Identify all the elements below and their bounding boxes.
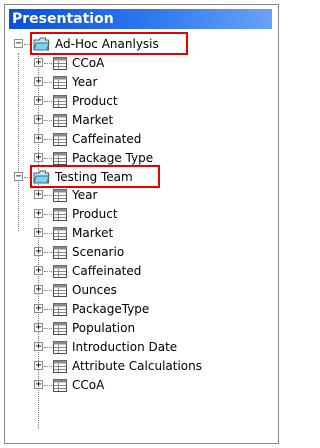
tree-item[interactable]: + Product <box>5 205 272 224</box>
expand-toggle[interactable]: + <box>34 58 43 68</box>
tree-connector <box>44 101 52 102</box>
tree-item[interactable]: + Product <box>5 92 272 111</box>
tree-connector <box>44 385 52 386</box>
tree-item[interactable]: + Ounces <box>5 281 272 300</box>
tree-item-label: Population <box>72 321 136 335</box>
tree-item-label: Market <box>72 226 114 240</box>
tree-item[interactable]: + Year <box>5 186 272 205</box>
tree-item[interactable]: + CCoA <box>5 376 272 395</box>
tree-item[interactable]: + Scenario <box>5 243 272 262</box>
tree-connector <box>44 139 52 140</box>
highlight-box <box>30 32 188 55</box>
expand-toggle[interactable]: + <box>34 266 43 276</box>
tree-item-label: Caffeinated <box>72 132 142 146</box>
expand-toggle[interactable]: + <box>34 323 43 333</box>
presentation-panel: Presentation − Ad-Hoc Ananlysis + CCoA + <box>4 4 279 444</box>
expand-toggle[interactable]: + <box>34 115 43 125</box>
tree-item-label: CCoA <box>72 378 105 392</box>
expand-toggle[interactable]: + <box>34 209 43 219</box>
expand-toggle[interactable]: + <box>34 361 43 371</box>
tree-item-label: Product <box>72 207 118 221</box>
table-icon <box>53 379 67 392</box>
tree-item-label: PackageType <box>72 302 150 316</box>
tree-item-label: Year <box>72 188 98 202</box>
collapse-toggle[interactable]: − <box>14 172 23 182</box>
tree-item[interactable]: + Year <box>5 73 272 92</box>
tree-connector <box>44 120 52 121</box>
expand-toggle[interactable]: + <box>34 190 43 200</box>
tree-item-label: Introduction Date <box>72 340 178 354</box>
tree-item-label: Attribute Calculations <box>72 359 202 373</box>
tree-item-label: Caffeinated <box>72 264 142 278</box>
tree-item[interactable]: + Market <box>5 224 272 243</box>
tree-connector <box>44 347 52 348</box>
tree-connector <box>44 290 52 291</box>
tree-item-label: CCoA <box>72 56 105 70</box>
tree-item[interactable]: + Introduction Date <box>5 338 272 357</box>
expand-toggle[interactable]: + <box>34 153 43 163</box>
table-icon <box>53 322 67 335</box>
tree-item[interactable]: + PackageType <box>5 300 272 319</box>
tree-connector <box>44 252 52 253</box>
expand-toggle[interactable]: + <box>34 228 43 238</box>
tree-item[interactable]: + Caffeinated <box>5 262 272 281</box>
tree-item[interactable]: + Attribute Calculations <box>5 357 272 376</box>
panel-title: Presentation <box>9 9 272 29</box>
tree-item-label: Market <box>72 113 114 127</box>
table-icon <box>53 57 67 70</box>
expand-toggle[interactable]: + <box>34 247 43 257</box>
table-icon <box>53 227 67 240</box>
table-icon <box>53 152 67 165</box>
tree-item-label: Product <box>72 94 118 108</box>
tree-item[interactable]: + Caffeinated <box>5 130 272 149</box>
highlight-box <box>30 165 160 188</box>
tree-connector <box>44 366 52 367</box>
table-icon <box>53 360 67 373</box>
tree-connector <box>44 271 52 272</box>
expand-toggle[interactable]: + <box>34 342 43 352</box>
table-icon <box>53 95 67 108</box>
presentation-tree: − Ad-Hoc Ananlysis + CCoA + Year + Produ… <box>5 32 272 443</box>
collapse-toggle[interactable]: − <box>14 39 23 49</box>
expand-toggle[interactable]: + <box>34 77 43 87</box>
expand-toggle[interactable]: + <box>34 96 43 106</box>
tree-item-label: Scenario <box>72 245 125 259</box>
table-icon <box>53 284 67 297</box>
tree-connector <box>44 233 52 234</box>
expand-toggle[interactable]: + <box>34 304 43 314</box>
table-icon <box>53 114 67 127</box>
expand-toggle[interactable]: + <box>34 380 43 390</box>
table-icon <box>53 76 67 89</box>
tree-item[interactable]: + Population <box>5 319 272 338</box>
tree-connector <box>44 63 52 64</box>
expand-toggle[interactable]: + <box>34 134 43 144</box>
tree-connector <box>44 309 52 310</box>
tree-connector <box>44 214 52 215</box>
tree-item[interactable]: + Market <box>5 111 272 130</box>
tree-connector <box>44 328 52 329</box>
tree-connector <box>44 158 52 159</box>
table-icon <box>53 246 67 259</box>
table-icon <box>53 133 67 146</box>
tree-item-label: Year <box>72 75 98 89</box>
table-icon <box>53 265 67 278</box>
tree-item[interactable]: + CCoA <box>5 54 272 73</box>
expand-toggle[interactable]: + <box>34 285 43 295</box>
tree-connector <box>44 82 52 83</box>
table-icon <box>53 189 67 202</box>
table-icon <box>53 208 67 221</box>
table-icon <box>53 303 67 316</box>
tree-item-label: Ounces <box>72 283 117 297</box>
table-icon <box>53 341 67 354</box>
tree-connector <box>44 195 52 196</box>
